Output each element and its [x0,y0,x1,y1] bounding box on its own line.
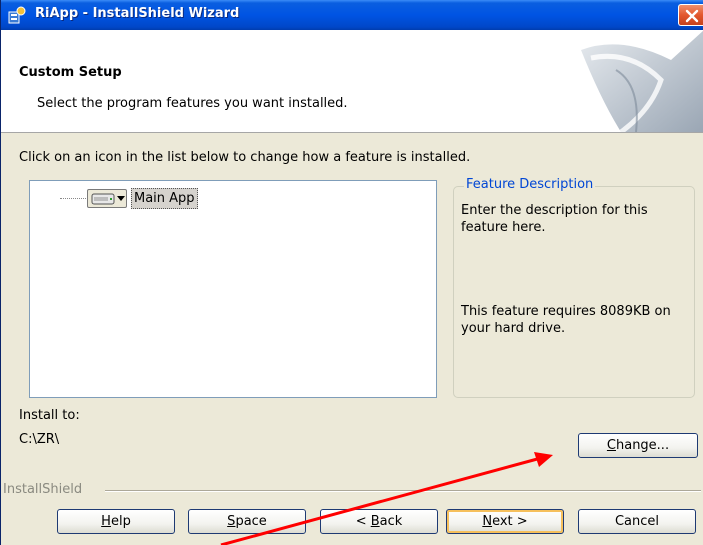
next-button-label: ext > [492,514,528,529]
feature-state-button[interactable] [87,189,127,208]
tree-item-main-app[interactable]: Main App [131,188,198,209]
change-button-mnemonic: C [606,438,616,453]
space-button-mnemonic: S [227,514,236,529]
header-banner: Custom Setup Select the program features… [1,30,703,133]
installer-app-icon [8,6,26,24]
instruction-text: Click on an icon in the list below to ch… [19,150,471,165]
installshield-wizard-window: RiApp - InstallShield Wizard Custom Setu… [0,0,703,545]
next-button[interactable]: Next > [446,509,564,534]
feature-description-legend: Feature Description [464,177,596,192]
tree-connector [60,198,86,199]
installshield-brand: InstallShield [3,482,83,497]
back-button-prefix: < [355,514,371,529]
cancel-button-label: Cancel [614,514,660,529]
next-button-mnemonic: N [482,514,493,529]
title-bar[interactable]: RiApp - InstallShield Wizard [1,0,703,30]
back-button-label: ack [379,514,403,529]
install-path: C:\ZR\ [19,432,60,447]
space-button-label: pace [235,514,267,529]
close-icon [685,9,699,23]
drive-icon [91,193,115,205]
feature-description-text: Enter the description for this feature h… [461,203,648,235]
feature-requirement-text: This feature requires 8089KB on your har… [461,304,671,336]
feature-tree[interactable]: Main App [29,180,437,398]
change-button-label: hange... [615,438,670,453]
chevron-down-icon [117,196,125,201]
help-button[interactable]: Help [57,509,175,534]
page-subtitle: Select the program features you want ins… [37,96,348,111]
help-button-label: elp [110,514,131,529]
window-title: RiApp - InstallShield Wizard [35,6,240,21]
page-title: Custom Setup [19,65,122,80]
annotation-arrowhead [534,452,553,467]
close-button[interactable] [678,4,703,26]
help-button-mnemonic: H [101,514,111,529]
banner-graphic [581,30,703,132]
change-button[interactable]: Change... [578,433,698,458]
back-button[interactable]: < Back [320,509,438,534]
back-button-mnemonic: B [370,514,380,529]
cancel-button[interactable]: Cancel [578,509,696,534]
install-to-label: Install to: [19,408,80,423]
footer-divider [105,490,701,492]
space-button[interactable]: Space [188,509,306,534]
